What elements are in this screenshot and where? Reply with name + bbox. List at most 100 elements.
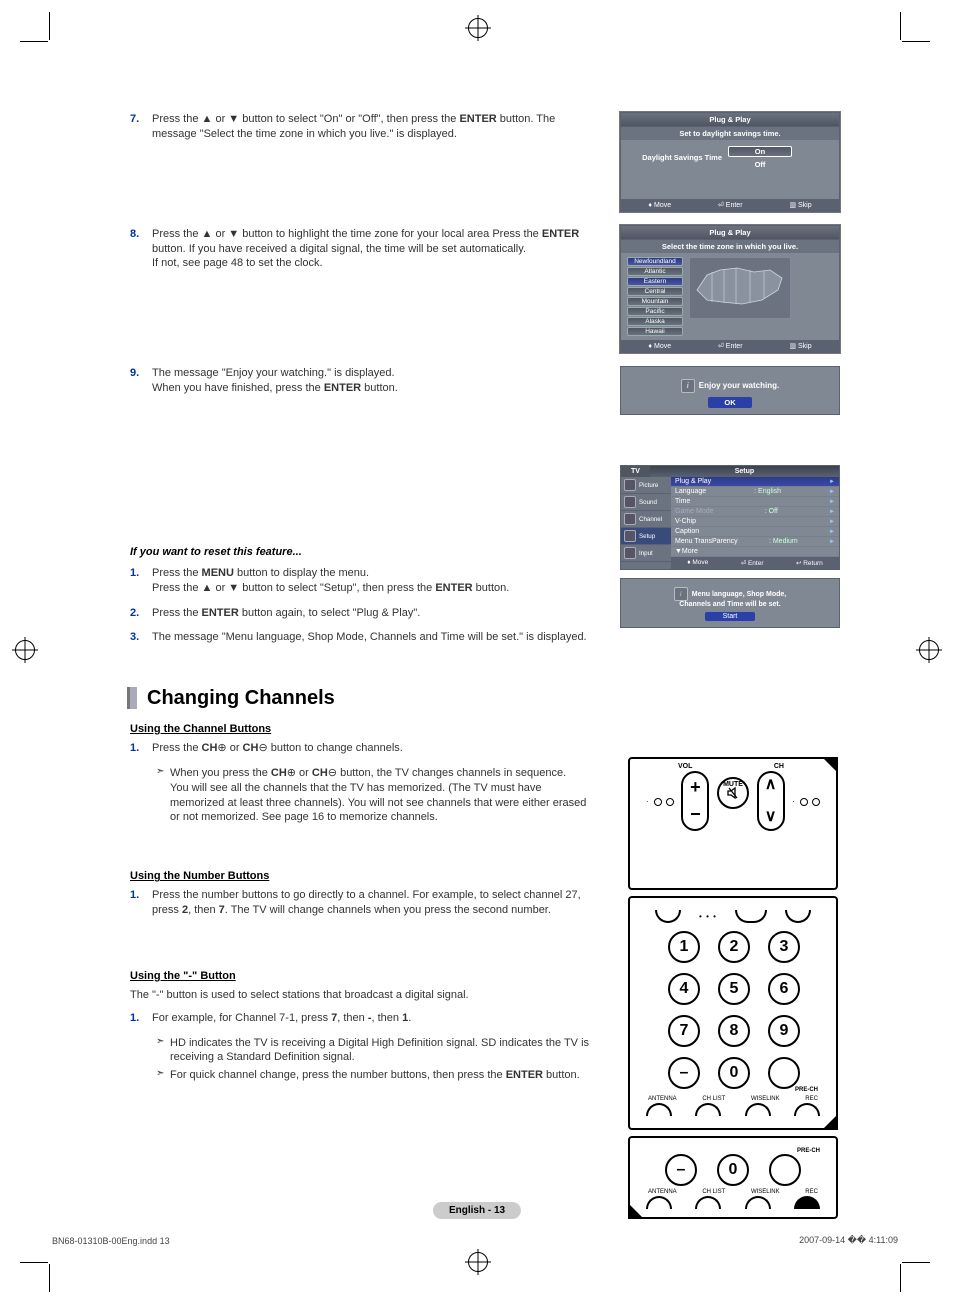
dots-icon: • • • xyxy=(699,912,717,921)
step-body: Press the CH⊕ or CH⊖ button to change ch… xyxy=(152,741,590,756)
half-button-icon xyxy=(745,1196,771,1209)
number-pad: 1 2 3 4 5 6 7 8 9 – 0 xyxy=(646,931,820,1089)
half-button-icon xyxy=(794,1196,820,1209)
left-edge: · xyxy=(646,797,674,806)
osd-row-label: Daylight Savings Time xyxy=(627,153,728,162)
registration-mark-icon xyxy=(15,640,35,660)
side-setup: Setup xyxy=(621,528,671,545)
osd-subtitle: Select the time zone in which you live. xyxy=(621,240,839,253)
reset-step-3: 3. The message "Menu language, Shop Mode… xyxy=(130,630,600,645)
osd-subtitle: Set to daylight savings time. xyxy=(621,127,839,140)
osd-option-off: Off xyxy=(729,160,791,169)
half-button-icon xyxy=(745,1103,771,1116)
crop-mark xyxy=(900,1264,901,1292)
vol-label: VOL xyxy=(678,763,692,770)
osd-footer: ♦ Move ⏎ Enter ▥ Skip xyxy=(621,340,839,352)
section-title: Changing Channels xyxy=(130,687,590,709)
step-number: 1. xyxy=(130,566,152,596)
half-button-icon xyxy=(785,910,811,923)
num-4: 4 xyxy=(668,973,700,1005)
channel-step-1: 1. Press the CH⊕ or CH⊖ button to change… xyxy=(130,741,590,756)
start-button: Start xyxy=(705,612,756,621)
half-button-icon xyxy=(695,1103,721,1116)
half-button-icon xyxy=(735,910,767,923)
osd-title: Plug & Play xyxy=(621,226,839,240)
step-body: The message "Menu language, Shop Mode, C… xyxy=(152,630,600,645)
bottom-labels: ANTENNA CH LIST WISELINK REC xyxy=(646,1096,820,1102)
timezone-item: Newfoundland xyxy=(627,257,683,266)
step-number: 7. xyxy=(130,112,152,142)
left-column: 7. Press the ▲ or ▼ button to select "On… xyxy=(130,112,600,655)
step-number: 2. xyxy=(130,606,152,621)
step-body: Press the number buttons to go directly … xyxy=(152,888,590,918)
dash-intro: The "-" button is used to select station… xyxy=(130,988,590,1003)
sub-heading-number-buttons: Using the Number Buttons xyxy=(130,870,590,882)
sub-heading-channel-buttons: Using the Channel Buttons xyxy=(130,723,590,735)
dash-button: – xyxy=(665,1154,697,1186)
num-9: 9 xyxy=(768,1015,800,1047)
dash-step-1: 1. For example, for Channel 7-1, press 7… xyxy=(130,1011,590,1026)
num-0: 0 xyxy=(718,1057,750,1089)
note-icon: ➣ xyxy=(156,1068,170,1083)
crop-mark xyxy=(49,1264,50,1292)
step-body: Press the MENU button to display the men… xyxy=(152,566,600,596)
timezone-item: Pacific xyxy=(627,307,683,316)
num-8: 8 xyxy=(718,1015,750,1047)
step-body: The message "Enjoy your watching." is di… xyxy=(152,366,600,396)
timezone-map-icon xyxy=(689,257,791,319)
page-number: English - 13 xyxy=(433,1202,521,1219)
step-7: 7. Press the ▲ or ▼ button to select "On… xyxy=(130,112,600,142)
prech-button xyxy=(768,1057,800,1089)
right-column: Plug & Play Set to daylight savings time… xyxy=(620,112,840,628)
side-input: Input xyxy=(621,545,671,562)
sub-heading-dash-button: Using the "-" Button xyxy=(130,970,590,982)
remote-illustration: VOL CH MUTE · +− ∧∨ · xyxy=(628,757,838,1225)
side-channel: Channel xyxy=(621,511,671,528)
osd-timezone: Plug & Play Select the time zone in whic… xyxy=(620,225,840,353)
footer-timestamp: 2007-09-14 �� 4:11:09 xyxy=(799,1235,898,1246)
callout-triangle-icon xyxy=(822,757,838,773)
num-3: 3 xyxy=(768,931,800,963)
note: ➣ When you press the CH⊕ or CH⊖ button, … xyxy=(156,766,590,825)
timezone-list: Newfoundland Atlantic Eastern Central Mo… xyxy=(627,257,683,336)
step-body: For example, for Channel 7-1, press 7, t… xyxy=(152,1011,590,1026)
num-5: 5 xyxy=(718,973,750,1005)
step-9: 9. The message "Enjoy your watching." is… xyxy=(130,366,600,396)
changing-channels-section: Changing Channels Using the Channel Butt… xyxy=(130,687,590,1086)
half-button-icon xyxy=(655,910,681,923)
callout-triangle-icon xyxy=(822,1114,838,1130)
note-icon: ➣ xyxy=(156,766,170,825)
vol-rocker: +− xyxy=(681,771,709,831)
registration-mark-icon xyxy=(468,18,488,38)
step-number: 1. xyxy=(130,888,152,918)
osd-side-nav: Picture Sound Channel Setup Input xyxy=(621,477,671,569)
timezone-item: Hawaii xyxy=(627,327,683,336)
half-button-icon xyxy=(695,1196,721,1209)
crop-mark xyxy=(49,12,50,40)
step-body: Press the ENTER button again, to select … xyxy=(152,606,600,621)
reset-heading: If you want to reset this feature... xyxy=(130,546,600,558)
registration-mark-icon xyxy=(468,1252,488,1272)
step-number: 1. xyxy=(130,741,152,756)
crop-mark xyxy=(902,1262,930,1263)
osd-title: Plug & Play xyxy=(621,113,839,127)
timezone-item: Central xyxy=(627,287,683,296)
osd-header-setup: Setup xyxy=(650,466,839,477)
step-number: 3. xyxy=(130,630,152,645)
mute-label: MUTE xyxy=(723,781,743,788)
footer-filename: BN68-01310B-00Eng.indd 13 xyxy=(52,1236,170,1246)
info-icon: i xyxy=(674,587,688,601)
num-1: 1 xyxy=(668,931,700,963)
ch-label: CH xyxy=(774,763,784,770)
crop-mark xyxy=(900,12,901,40)
ch-rocker: ∧∨ xyxy=(757,771,785,831)
osd-footer: ♦ Move ⏎ Enter ▥ Skip xyxy=(621,199,839,211)
crop-mark xyxy=(902,41,930,42)
ok-button: OK xyxy=(708,397,751,408)
remote-bottom: PRE-CH – 0 ANTENNA CH LIST WISELINK REC xyxy=(628,1136,838,1219)
osd-enjoy: iEnjoy your watching. OK xyxy=(620,366,840,415)
right-edge: · xyxy=(792,797,820,806)
step-number: 1. xyxy=(130,1011,152,1026)
note-icon: ➣ xyxy=(156,1036,170,1066)
crop-mark xyxy=(20,41,48,42)
